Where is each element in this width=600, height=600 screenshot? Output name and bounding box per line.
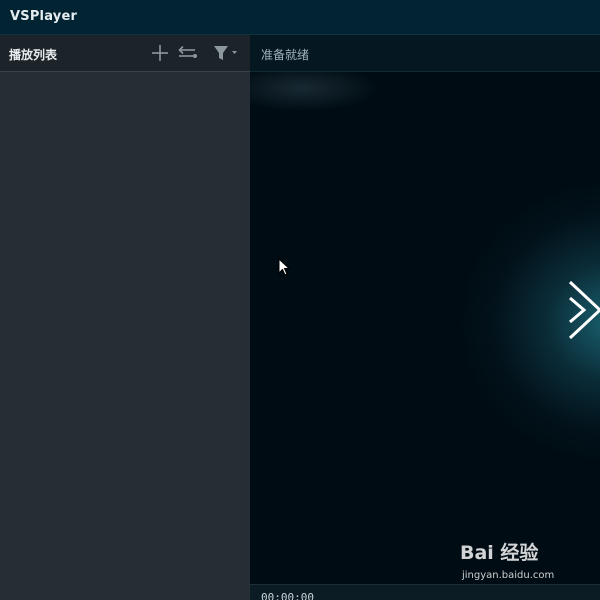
mouse-pointer-icon (278, 258, 291, 276)
loop-mode-icon[interactable] (177, 43, 199, 63)
watermark-brand: Bai 经验 (460, 542, 539, 564)
vsplayer-window: VSPlayer 播放列表 准备就绪 00:00:00 Bai 经验 jingy… (0, 0, 600, 600)
playlist-title: 播放列表 (9, 48, 58, 62)
playback-bar: 00:00:00 (250, 584, 600, 600)
status-bar: 准备就绪 (250, 35, 600, 72)
video-display[interactable] (250, 72, 600, 584)
playlist-panel: 播放列表 (0, 35, 250, 600)
plus-icon[interactable] (150, 43, 170, 63)
title-bar[interactable]: VSPlayer (0, 0, 600, 35)
watermark-url: jingyan.baidu.com (462, 570, 555, 581)
playlist-header: 播放列表 (0, 35, 250, 72)
app-title: VSPlayer (10, 9, 78, 24)
status-text: 准备就绪 (261, 48, 310, 62)
filter-dropdown-icon[interactable] (211, 43, 239, 63)
time-display: 00:00:00 (261, 591, 314, 600)
vsplayer-chevron-logo-icon (568, 280, 600, 340)
background-haze (250, 72, 380, 112)
baidu-jingyan-watermark: Bai 经验 jingyan.baidu.com (458, 534, 578, 586)
